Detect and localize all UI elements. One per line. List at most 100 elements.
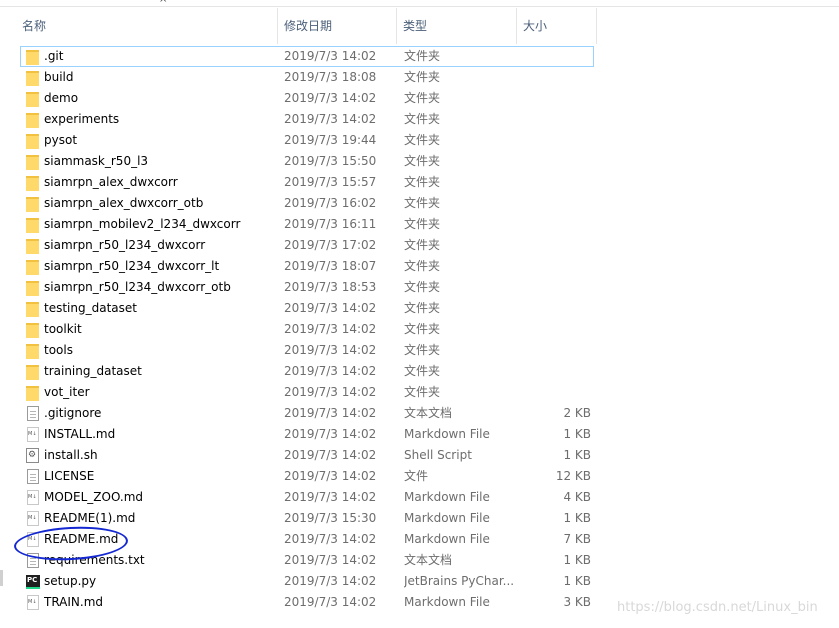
file-name: LICENSE xyxy=(44,469,95,483)
file-size xyxy=(519,215,591,234)
file-type: Markdown File xyxy=(404,532,490,546)
file-row[interactable]: toolkit 2019/7/3 14:02 文件夹 xyxy=(20,319,594,340)
folder-icon xyxy=(26,50,39,65)
file-size xyxy=(519,68,591,87)
file-size xyxy=(519,278,591,297)
file-modified-date: 2019/7/3 15:30 xyxy=(284,511,377,525)
file-row[interactable]: siamrpn_r50_l234_dwxcorr_lt 2019/7/3 18:0… xyxy=(20,256,594,277)
file-name: demo xyxy=(44,91,79,105)
file-row[interactable]: siamrpn_r50_l234_dwxcorr 2019/7/3 17:02 文件… xyxy=(20,235,594,256)
file-size: 1 KB xyxy=(563,427,591,441)
file-row[interactable]: INSTALL.md 2019/7/3 14:02 Markdown File 1 K… xyxy=(20,424,594,445)
column-header-size-label: 大小 xyxy=(523,19,548,33)
markdown-file-icon xyxy=(27,511,39,526)
file-modified-date: 2019/7/3 14:02 xyxy=(284,385,377,399)
file-modified-date: 2019/7/3 15:50 xyxy=(284,154,377,168)
file-size xyxy=(519,194,591,213)
file-row[interactable]: install.sh 2019/7/3 14:02 Shell Script 1 KB xyxy=(20,445,594,466)
file-row[interactable]: siamrpn_mobilev2_l234_dwxcorr 2019/7/3 16… xyxy=(20,214,594,235)
file-name: experiments xyxy=(44,112,120,126)
folder-icon xyxy=(26,281,39,296)
file-modified-date: 2019/7/3 14:02 xyxy=(284,49,377,63)
file-row[interactable]: TRAIN.md 2019/7/3 14:02 Markdown File 3 KB xyxy=(20,592,594,613)
file-modified-date: 2019/7/3 14:02 xyxy=(284,574,377,588)
file-row[interactable]: MODEL_ZOO.md 2019/7/3 14:02 Markdown File 4… xyxy=(20,487,594,508)
file-row[interactable]: siamrpn_alex_dwxcorr_otb 2019/7/3 16:02 文件… xyxy=(20,193,594,214)
folder-icon xyxy=(26,92,39,107)
file-modified-date: 2019/7/3 17:02 xyxy=(284,238,377,252)
file-type: 文件夹 xyxy=(404,364,441,378)
file-type: Markdown File xyxy=(404,511,490,525)
file-size xyxy=(519,320,591,339)
file-modified-date: 2019/7/3 16:02 xyxy=(284,196,377,210)
file-row[interactable]: LICENSE 2019/7/3 14:02 文件 12 KB xyxy=(20,466,594,487)
file-name: siamrpn_r50_l234_dwxcorr_lt xyxy=(44,259,220,273)
file-name: testing_dataset xyxy=(44,301,137,315)
file-row[interactable]: .git 2019/7/3 14:02 文件夹 xyxy=(20,46,594,67)
file-modified-date: 2019/7/3 18:08 xyxy=(284,70,377,84)
column-header-type[interactable]: 类型 xyxy=(397,8,517,44)
file-name: vot_iter xyxy=(44,385,90,399)
folder-icon xyxy=(26,260,39,275)
file-name: build xyxy=(44,70,74,84)
left-edge-marker xyxy=(0,570,3,586)
file-type: 文件夹 xyxy=(404,301,441,315)
column-header-date[interactable]: 修改日期 xyxy=(278,8,397,44)
file-row[interactable]: siamrpn_alex_dwxcorr 2019/7/3 15:57 文件夹 xyxy=(20,172,594,193)
file-type: 文件夹 xyxy=(404,217,441,231)
column-header-name[interactable]: 名称 ^ xyxy=(16,0,278,44)
file-modified-date: 2019/7/3 15:57 xyxy=(284,175,377,189)
file-size: 4 KB xyxy=(563,490,591,504)
file-row[interactable]: pysot 2019/7/3 19:44 文件夹 xyxy=(20,130,594,151)
file-row[interactable]: siammask_r50_l3 2019/7/3 15:50 文件夹 xyxy=(20,151,594,172)
file-type: 文件夹 xyxy=(404,322,441,336)
file-size xyxy=(519,110,591,129)
file-row[interactable]: build 2019/7/3 18:08 文件夹 xyxy=(20,67,594,88)
folder-icon xyxy=(26,386,39,401)
file-type: 文件夹 xyxy=(404,196,441,210)
file-name: install.sh xyxy=(44,448,98,462)
file-type: Markdown File xyxy=(404,427,490,441)
file-size: 1 KB xyxy=(563,511,591,525)
file-size xyxy=(519,131,591,150)
file-modified-date: 2019/7/3 18:53 xyxy=(284,280,377,294)
folder-icon xyxy=(26,197,39,212)
window-top-edge xyxy=(0,0,839,7)
file-name: tools xyxy=(44,343,73,357)
file-row[interactable]: siamrpn_r50_l234_dwxcorr_otb 2019/7/3 18:… xyxy=(20,277,594,298)
file-modified-date: 2019/7/3 14:02 xyxy=(284,322,377,336)
file-row[interactable]: demo 2019/7/3 14:02 文件夹 xyxy=(20,88,594,109)
file-type: 文件夹 xyxy=(404,238,441,252)
column-header-row: 名称 ^ 修改日期 类型 大小 xyxy=(0,0,839,44)
file-type: 文件夹 xyxy=(404,385,441,399)
file-row[interactable]: tools 2019/7/3 14:02 文件夹 xyxy=(20,340,594,361)
file-name: siamrpn_alex_dwxcorr_otb xyxy=(44,196,204,210)
file-size: 3 KB xyxy=(563,595,591,609)
file-modified-date: 2019/7/3 14:02 xyxy=(284,448,377,462)
file-size xyxy=(519,236,591,255)
folder-icon xyxy=(26,134,39,149)
folder-icon xyxy=(26,323,39,338)
folder-icon xyxy=(26,176,39,191)
file-name: siamrpn_r50_l234_dwxcorr_otb xyxy=(44,280,231,294)
file-size xyxy=(519,362,591,381)
shell-script-icon xyxy=(26,448,39,463)
file-row[interactable]: .gitignore 2019/7/3 14:02 文本文档 2 KB xyxy=(20,403,594,424)
file-row[interactable]: testing_dataset 2019/7/3 14:02 文件夹 xyxy=(20,298,594,319)
file-row[interactable]: training_dataset 2019/7/3 14:02 文件夹 xyxy=(20,361,594,382)
file-row[interactable]: experiments 2019/7/3 14:02 文件夹 xyxy=(20,109,594,130)
markdown-file-icon xyxy=(27,490,39,505)
file-size xyxy=(519,173,591,192)
folder-icon xyxy=(26,239,39,254)
file-modified-date: 2019/7/3 14:02 xyxy=(284,490,377,504)
file-row[interactable]: README(1).md 2019/7/3 15:30 Markdown File 1… xyxy=(20,508,594,529)
file-modified-date: 2019/7/3 14:02 xyxy=(284,406,377,420)
file-row[interactable]: vot_iter 2019/7/3 14:02 文件夹 xyxy=(20,382,594,403)
column-header-type-label: 类型 xyxy=(403,19,428,33)
file-modified-date: 2019/7/3 14:02 xyxy=(284,112,377,126)
file-size xyxy=(519,152,591,171)
file-name: pysot xyxy=(44,133,78,147)
file-type: 文件夹 xyxy=(404,280,441,294)
column-header-size[interactable]: 大小 xyxy=(517,8,597,44)
file-row[interactable]: PC setup.py 2019/7/3 14:02 JetBrains PyChar… xyxy=(20,571,594,592)
